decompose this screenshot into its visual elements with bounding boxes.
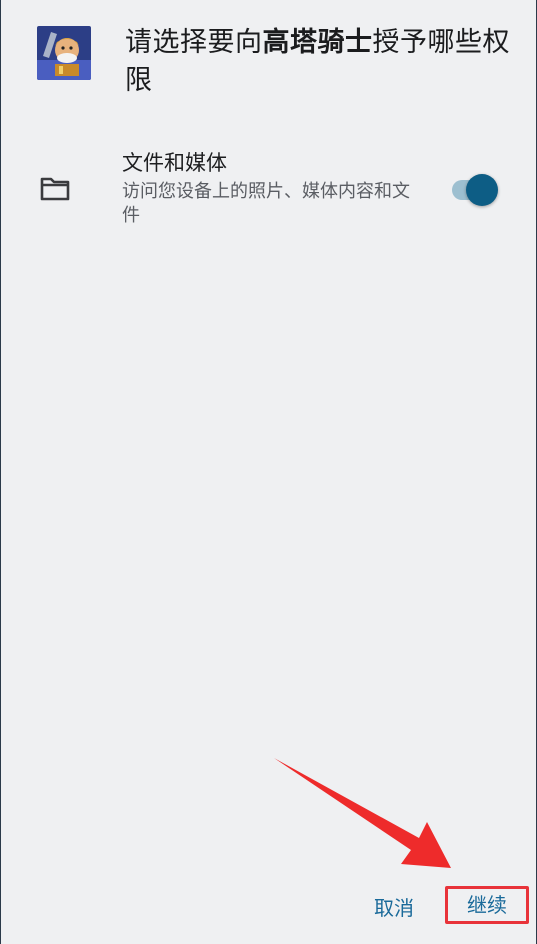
permission-row-files-media[interactable]: 文件和媒体 访问您设备上的照片、媒体内容和文件 — [1, 146, 537, 238]
toggle-thumb — [466, 174, 498, 206]
folder-icon — [39, 176, 71, 202]
permission-dialog: 请选择要向高塔骑士授予哪些权限 文件和媒体 访问您设备上的照片、媒体内容和文件 … — [0, 0, 537, 944]
game-knight-icon — [37, 26, 91, 80]
permission-title: 文件和媒体 — [122, 151, 227, 175]
permission-toggle[interactable] — [450, 174, 498, 206]
app-name: 高塔骑士 — [262, 27, 373, 58]
annotation-arrow-icon — [274, 758, 451, 868]
permission-description: 访问您设备上的照片、媒体内容和文件 — [122, 181, 410, 226]
cancel-button[interactable]: 取消 — [374, 894, 414, 922]
title-prefix: 请选择要向 — [125, 27, 263, 58]
continue-button[interactable]: 继续 — [445, 886, 529, 924]
dialog-title: 请选择要向高塔骑士授予哪些权限 — [125, 24, 515, 100]
